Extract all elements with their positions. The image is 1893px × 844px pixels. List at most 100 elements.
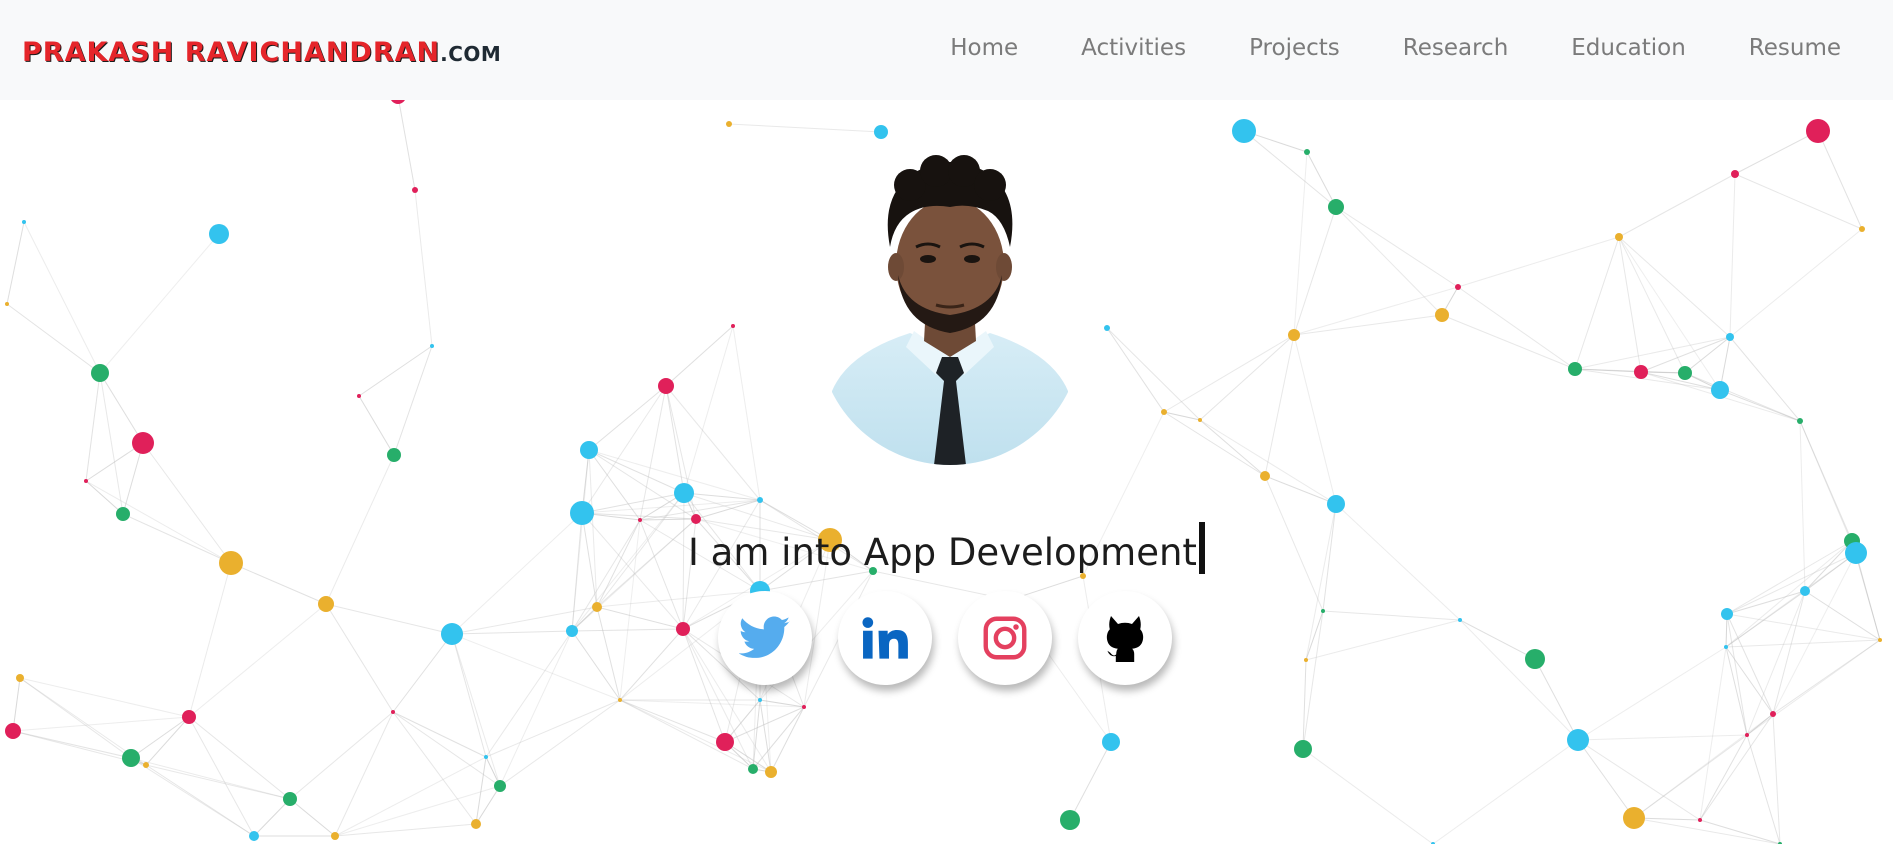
- network-node: [1726, 333, 1734, 341]
- network-edge: [230, 562, 327, 605]
- network-node: [638, 518, 642, 522]
- network-edge: [752, 706, 805, 770]
- network-node: [16, 674, 24, 682]
- network-edge: [6, 221, 25, 305]
- network-node: [143, 762, 149, 768]
- instagram-button[interactable]: [958, 591, 1052, 685]
- network-node: [1724, 645, 1728, 649]
- network-node: [874, 125, 888, 139]
- network-node: [1698, 818, 1702, 822]
- page: PRAKASH RAVICHANDRAN.COM Home Activities…: [0, 0, 1893, 844]
- brand-tld: .COM: [440, 42, 502, 66]
- network-edge: [1719, 389, 1801, 422]
- network-edge: [1618, 236, 1642, 373]
- network-edge: [1799, 420, 1857, 554]
- network-node: [765, 766, 777, 778]
- network-node: [1800, 586, 1810, 596]
- network-node: [1806, 119, 1830, 143]
- network-edge: [1618, 236, 1731, 338]
- network-edge: [142, 442, 232, 564]
- network-edge: [393, 345, 433, 456]
- network-node: [494, 780, 506, 792]
- network-edge: [451, 633, 621, 701]
- network-node: [116, 507, 130, 521]
- network-edge: [581, 499, 761, 514]
- network-edge: [325, 454, 395, 605]
- network-edge: [188, 603, 327, 718]
- network-edge: [188, 562, 232, 718]
- network-edge: [1459, 619, 1536, 660]
- network-node: [758, 698, 762, 702]
- network-edge: [1726, 540, 1853, 615]
- network-node: [5, 302, 9, 306]
- network-edge: [1106, 327, 1165, 413]
- network-edge: [6, 303, 101, 374]
- network-node: [592, 602, 602, 612]
- network-node: [219, 551, 243, 575]
- network-node: [802, 705, 806, 709]
- network-node: [674, 483, 694, 503]
- nav-projects[interactable]: Projects: [1249, 35, 1340, 61]
- network-node: [1328, 199, 1344, 215]
- network-edge: [23, 221, 101, 374]
- network-edge: [1577, 739, 1701, 821]
- nav-home[interactable]: Home: [950, 35, 1018, 61]
- network-edge: [1457, 286, 1576, 370]
- network-edge: [1264, 334, 1295, 477]
- network-edge: [358, 345, 433, 397]
- network-edge: [1729, 228, 1863, 338]
- network-edge: [1305, 619, 1461, 661]
- nav-activities[interactable]: Activities: [1081, 35, 1186, 61]
- network-edge: [1699, 734, 1748, 821]
- network-edge: [1684, 336, 1731, 374]
- nav-education[interactable]: Education: [1571, 35, 1686, 61]
- network-edge: [392, 633, 453, 713]
- network-edge: [1574, 336, 1731, 370]
- network-edge: [1322, 503, 1337, 612]
- network-edge: [1302, 748, 1434, 844]
- network-node: [331, 832, 339, 840]
- network-node: [484, 755, 488, 759]
- network-edge: [588, 449, 685, 494]
- network-edge: [253, 798, 291, 837]
- network-node: [5, 723, 21, 739]
- network-edge: [619, 628, 684, 701]
- network-edge: [99, 372, 124, 515]
- network-edge: [1264, 475, 1324, 612]
- nav-resume[interactable]: Resume: [1749, 35, 1841, 61]
- network-node: [748, 764, 758, 774]
- network-edge: [596, 606, 684, 630]
- network-edge: [1441, 314, 1576, 370]
- network-edge: [451, 633, 501, 787]
- network-edge: [188, 716, 255, 837]
- network-node: [570, 501, 594, 525]
- network-edge: [485, 630, 573, 758]
- network-edge: [1293, 286, 1459, 336]
- network-edge: [325, 603, 394, 713]
- network-node: [1721, 608, 1733, 620]
- network-edge: [1618, 236, 1721, 391]
- network-node: [757, 497, 763, 503]
- network-edge: [1734, 130, 1819, 175]
- network-node: [1102, 733, 1120, 751]
- brand-logo[interactable]: PRAKASH RAVICHANDRAN.COM: [22, 36, 501, 70]
- network-node: [676, 622, 690, 636]
- network-node: [318, 596, 334, 612]
- network-edge: [451, 630, 573, 635]
- network-edge: [639, 518, 697, 521]
- network-node: [1878, 638, 1882, 642]
- network-edge: [724, 706, 805, 743]
- network-node: [1525, 649, 1545, 669]
- network-edge: [1432, 739, 1579, 844]
- network-edge: [289, 711, 394, 800]
- network-edge: [1302, 610, 1324, 750]
- network-node: [1260, 471, 1270, 481]
- network-edge: [770, 706, 805, 773]
- github-button[interactable]: [1078, 591, 1172, 685]
- network-edge: [99, 372, 144, 444]
- twitter-button[interactable]: [718, 591, 812, 685]
- network-edge: [1577, 739, 1635, 819]
- nav-research[interactable]: Research: [1403, 35, 1509, 61]
- network-node: [357, 394, 361, 398]
- linkedin-button[interactable]: [838, 591, 932, 685]
